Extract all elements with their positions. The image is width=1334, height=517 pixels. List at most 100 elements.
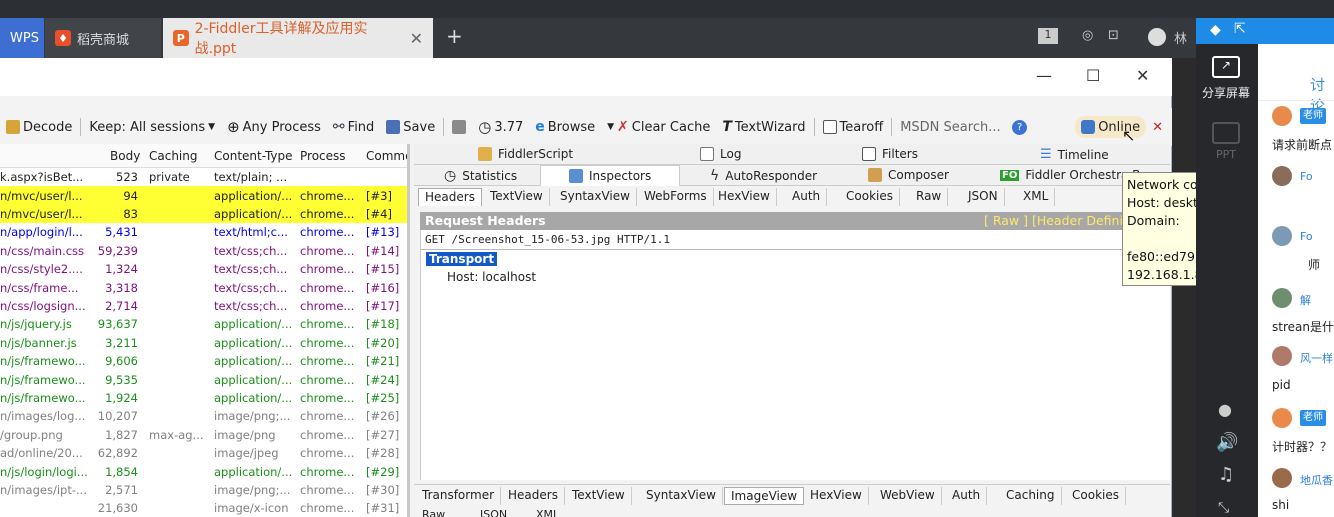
chat-message: strean是什么 — [1272, 320, 1334, 334]
tab-docer-mall[interactable]: ♦ 稻壳商城 — [45, 18, 161, 58]
session-row[interactable]: k.aspx?isBet... 523 private text/plain; ... — [0, 168, 407, 186]
inspector-tab[interactable]: TextView — [484, 188, 550, 206]
session-row[interactable]: n/app/login/l... 5,431 text/html;c... chrom… — [0, 223, 407, 241]
session-row[interactable]: n/js/framewo... 9,535 application/... chrom… — [0, 370, 407, 388]
ppt-icon[interactable] — [1212, 122, 1240, 144]
tab-timeline[interactable]: ☰ Timeline — [1040, 147, 1109, 162]
inspector-tab[interactable]: JSON — [962, 188, 1005, 206]
export-icon[interactable]: ⊡ — [1108, 28, 1119, 43]
speaker-icon[interactable]: 🔊 — [1216, 432, 1238, 453]
inspector-tab[interactable]: SyntaxView — [554, 188, 637, 206]
clear-cache-button[interactable]: ▼ ✗ Clear Cache — [601, 116, 716, 138]
tab-inspectors[interactable]: Inspectors — [540, 165, 681, 186]
user-avatar[interactable] — [1148, 28, 1166, 46]
share-screen-icon[interactable]: ↗ — [1212, 56, 1240, 78]
inspector-tab[interactable]: HexView — [712, 188, 777, 206]
microphone-icon[interactable]: ● — [1218, 400, 1232, 419]
crosshair-icon: ⊕ — [227, 118, 240, 136]
column-header[interactable]: Process — [300, 149, 346, 163]
tab-filters[interactable]: Filters — [862, 147, 918, 161]
response-tab[interactable]: HexView — [804, 487, 869, 505]
inspector-tab[interactable]: XML — [1017, 188, 1056, 206]
session-row[interactable]: n/images/ipt-... 2,571 image/png;... chrome… — [0, 481, 407, 499]
location-icon[interactable]: ◆ — [1210, 22, 1221, 38]
screenshot-button[interactable] — [446, 116, 472, 138]
textwizard-button[interactable]: T TextWizard — [716, 116, 811, 138]
transport-group[interactable]: Transport — [426, 252, 498, 266]
session-row[interactable]: 21,630 image/x-icon chrome... [#31] — [0, 499, 407, 517]
timer-button[interactable]: ◷ 3.77 — [472, 116, 529, 138]
inspector-tab[interactable]: Cookies — [840, 188, 900, 206]
session-row[interactable]: n/js/framewo... 1,924 application/... chrom… — [0, 389, 407, 407]
inspector-tab[interactable]: Headers — [418, 188, 482, 206]
tab-wps[interactable]: WPS — [0, 18, 44, 58]
column-header[interactable]: Body — [110, 149, 140, 163]
session-row[interactable]: n/css/style2.... 1,324 text/css;ch... chrom… — [0, 260, 407, 278]
tab-fiddler-orchestra[interactable]: FO Fiddler Orchestra B — [1000, 168, 1140, 182]
session-cell-body: 9,606 — [105, 354, 138, 369]
session-row[interactable]: n/js/jquery.js 93,637 application/... chrom… — [0, 315, 407, 333]
maximize-button[interactable]: ☐ — [1086, 66, 1100, 85]
new-tab-button[interactable]: + — [446, 24, 463, 48]
response-tab[interactable]: Caching — [1000, 487, 1062, 505]
host-header[interactable]: Host: localhost — [447, 270, 536, 284]
column-header[interactable]: Caching — [149, 149, 198, 163]
tab-fiddlerscript[interactable]: FiddlerScript — [478, 147, 573, 161]
response-tab[interactable]: ImageView — [724, 487, 805, 505]
share-icon[interactable]: ⇱ — [1234, 21, 1246, 37]
session-row[interactable]: n/css/logsign... 2,714 text/css;ch... chrom… — [0, 297, 407, 315]
raw-header-links[interactable]: [ Raw ] [Header Defini — [984, 213, 1123, 228]
decode-button[interactable]: Decode — [0, 116, 78, 138]
session-row[interactable]: n/js/login/logi... 1,854 application/... ch… — [0, 462, 407, 480]
save-button[interactable]: Save — [380, 116, 441, 138]
minimize-button[interactable]: — — [1036, 66, 1052, 85]
session-row[interactable]: n/images/log... 10,207 image/png;... chrome… — [0, 407, 407, 425]
collab-icon[interactable]: ◎ — [1082, 28, 1093, 43]
any-process-button[interactable]: ⊕ Any Process — [221, 116, 327, 138]
session-row[interactable]: n/mvc/user/l... 83 application/... chrome..… — [0, 204, 407, 224]
column-header[interactable]: Commen — [366, 149, 407, 163]
session-row[interactable]: ad/online/20... 62,892 image/jpeg chrome...… — [0, 444, 407, 462]
session-row[interactable]: /group.png 1,827 max-ag... image/png chrome.… — [0, 426, 407, 444]
close-toolbar-icon[interactable]: ✕ — [1146, 116, 1169, 138]
msdn-search-input[interactable]: MSDN Search... — [894, 116, 1006, 138]
tab-statistics[interactable]: ◷ Statistics — [444, 168, 517, 184]
textwizard-icon: T — [722, 119, 732, 135]
online-indicator[interactable]: Online — [1075, 116, 1147, 138]
keep-sessions-dropdown[interactable]: Keep: All sessions ▼ — [83, 116, 221, 138]
session-row[interactable]: n/css/main.css 59,239 text/css;ch... chrome… — [0, 242, 407, 260]
inspector-tab[interactable]: WebForms — [638, 188, 714, 206]
close-window-button[interactable]: ✕ — [1136, 66, 1149, 85]
inspector-tab[interactable]: Auth — [786, 188, 828, 206]
browse-button[interactable]: e Browse — [529, 116, 601, 138]
help-button[interactable]: ? — [1006, 116, 1033, 138]
tab-autoresponder[interactable]: ϟ AutoResponder — [710, 168, 817, 184]
inspector-tab[interactable]: Raw — [910, 188, 949, 206]
response-subtab[interactable]: JSON — [480, 508, 507, 517]
session-cell-ctype: image/png;... — [214, 409, 291, 424]
response-tab[interactable]: SyntaxView — [640, 487, 723, 505]
find-button[interactable]: ⚯ Find — [327, 116, 380, 138]
session-cell-process: chrome... — [300, 298, 355, 313]
session-row[interactable]: n/css/frame... 3,318 text/css;ch... chrome.… — [0, 278, 407, 296]
tab-composer[interactable]: Composer — [868, 168, 949, 182]
textwizard-label: TextWizard — [734, 119, 806, 135]
tab-ppt-document[interactable]: P 2-Fiddler工具详解及应用实战.ppt ✕ — [163, 18, 433, 58]
tearoff-button[interactable]: Tearoff — [817, 116, 890, 138]
expand-icon[interactable]: ⤡ — [1218, 500, 1229, 516]
tab-log[interactable]: Log — [700, 147, 741, 161]
session-row[interactable]: n/js/banner.js 3,211 application/... chrome… — [0, 334, 407, 352]
session-row[interactable]: n/js/framewo... 9,606 application/... chrom… — [0, 352, 407, 370]
response-tab[interactable]: Cookies — [1066, 487, 1126, 505]
music-icon[interactable]: ♫ — [1218, 464, 1234, 485]
response-subtab[interactable]: XML — [536, 508, 559, 517]
response-tab[interactable]: WebView — [874, 487, 942, 505]
response-tab[interactable]: TextView — [566, 487, 632, 505]
response-tab[interactable]: Transformer — [416, 487, 502, 505]
response-tab[interactable]: Auth — [946, 487, 988, 505]
response-tab[interactable]: Headers — [502, 487, 565, 505]
response-subtab[interactable]: Raw — [422, 508, 445, 517]
close-icon[interactable]: ✕ — [410, 29, 423, 48]
column-header[interactable]: Content-Type — [214, 149, 293, 163]
session-row[interactable]: n/mvc/user/l... 94 application/... chrome..… — [0, 186, 407, 205]
